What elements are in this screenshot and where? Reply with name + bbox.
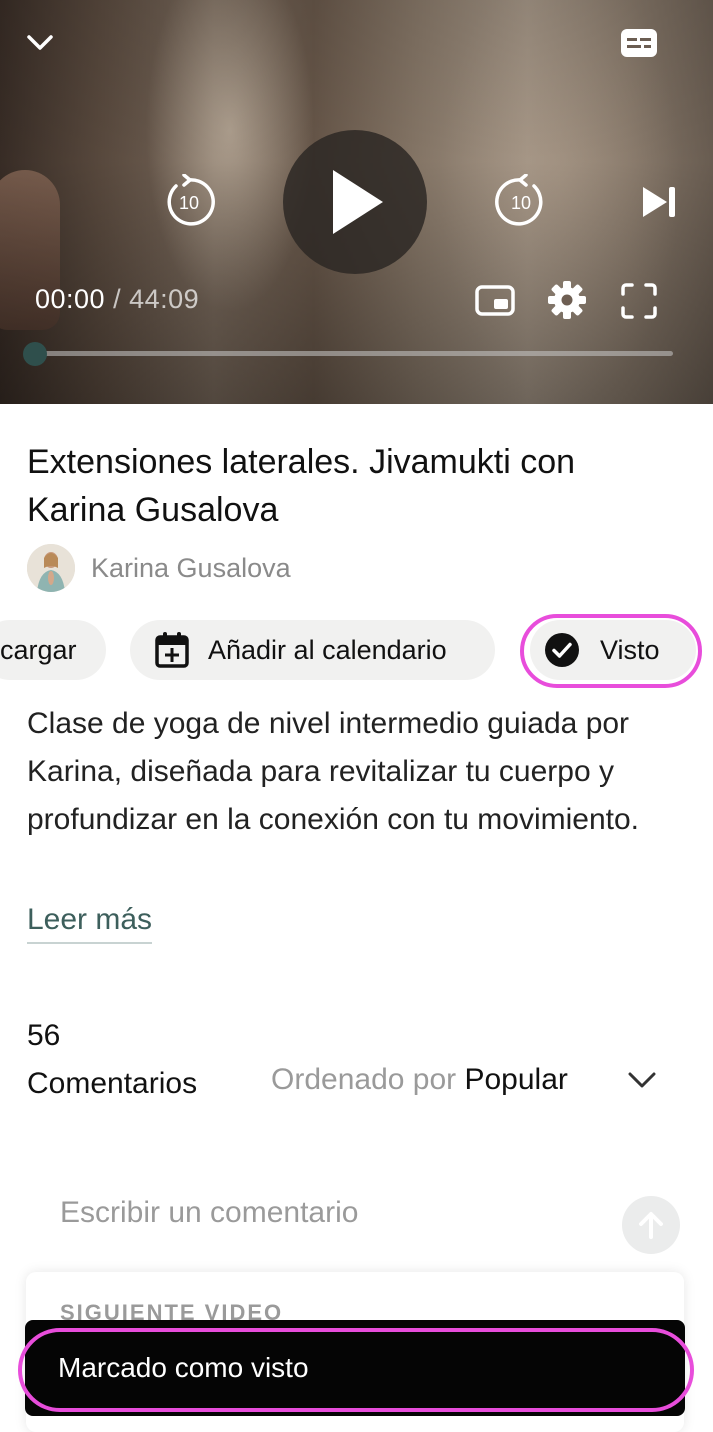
chevron-down-icon [628,1072,656,1088]
picture-in-picture-icon [475,285,515,316]
gear-icon [548,281,586,319]
seek-bar[interactable] [35,351,673,356]
calendar-add-icon [155,632,189,668]
comments-number: 56 [27,1019,61,1052]
current-time: 00:00 [35,284,106,314]
video-player[interactable]: 10 10 00:00 / 44:09 [0,0,713,404]
read-more-link[interactable]: Leer más [27,898,153,944]
mark-seen-button[interactable]: Visto [530,620,696,680]
add-to-calendar-button[interactable]: Añadir al calendario [130,620,495,680]
author-row[interactable]: Karina Gusalova [27,544,291,592]
play-button[interactable] [283,130,427,274]
toast-message: Marcado como visto [58,1352,309,1383]
rewind-seconds-label: 10 [179,193,199,213]
duration: 44:09 [129,284,200,314]
sort-value: Popular [464,1063,568,1096]
seek-handle[interactable] [23,342,47,366]
toast-notification: Marcado como visto [25,1320,685,1416]
calendar-label: Añadir al calendario [208,634,447,665]
forward-seconds-label: 10 [511,193,531,213]
captions-icon [621,29,657,57]
fullscreen-icon [621,283,657,319]
seen-label: Visto [600,634,660,665]
send-comment-button[interactable] [622,1196,680,1254]
check-circle-icon [545,633,579,667]
author-photo [27,544,75,592]
settings-button[interactable] [547,280,587,320]
chevron-down-icon [27,35,53,50]
fullscreen-button[interactable] [620,282,658,320]
sort-dropdown[interactable]: Ordenado por Popular [271,1058,568,1102]
comments-count: 56 Comentarios [27,1012,227,1108]
sort-prefix: Ordenado por [271,1063,457,1096]
author-name: Karina Gusalova [91,552,291,583]
video-description: Clase de yoga de nivel intermedio guiada… [27,707,640,836]
arrow-up-icon [639,1212,663,1239]
avatar [27,544,75,592]
comment-input[interactable]: Escribir un comentario [60,1196,358,1230]
minimize-button[interactable] [26,28,54,56]
forward-10-icon: 10 [495,173,543,226]
picture-in-picture-button[interactable] [474,282,516,318]
download-button[interactable]: cargar [0,620,106,680]
rewind-10-icon: 10 [167,173,215,226]
video-title: Extensiones laterales. Jivamukti con Kar… [27,443,576,529]
time-separator: / [105,284,130,314]
download-label: cargar [0,634,77,665]
time-display: 00:00 / 44:09 [35,284,199,315]
sort-toggle[interactable] [626,1066,658,1094]
forward-10-button[interactable]: 10 [494,173,548,228]
comments-label: Comentarios [27,1067,198,1100]
skip-next-icon [643,187,675,217]
play-icon [333,170,383,234]
next-video-button[interactable] [640,184,678,220]
rewind-10-button[interactable]: 10 [162,173,216,228]
captions-button[interactable] [620,28,658,58]
